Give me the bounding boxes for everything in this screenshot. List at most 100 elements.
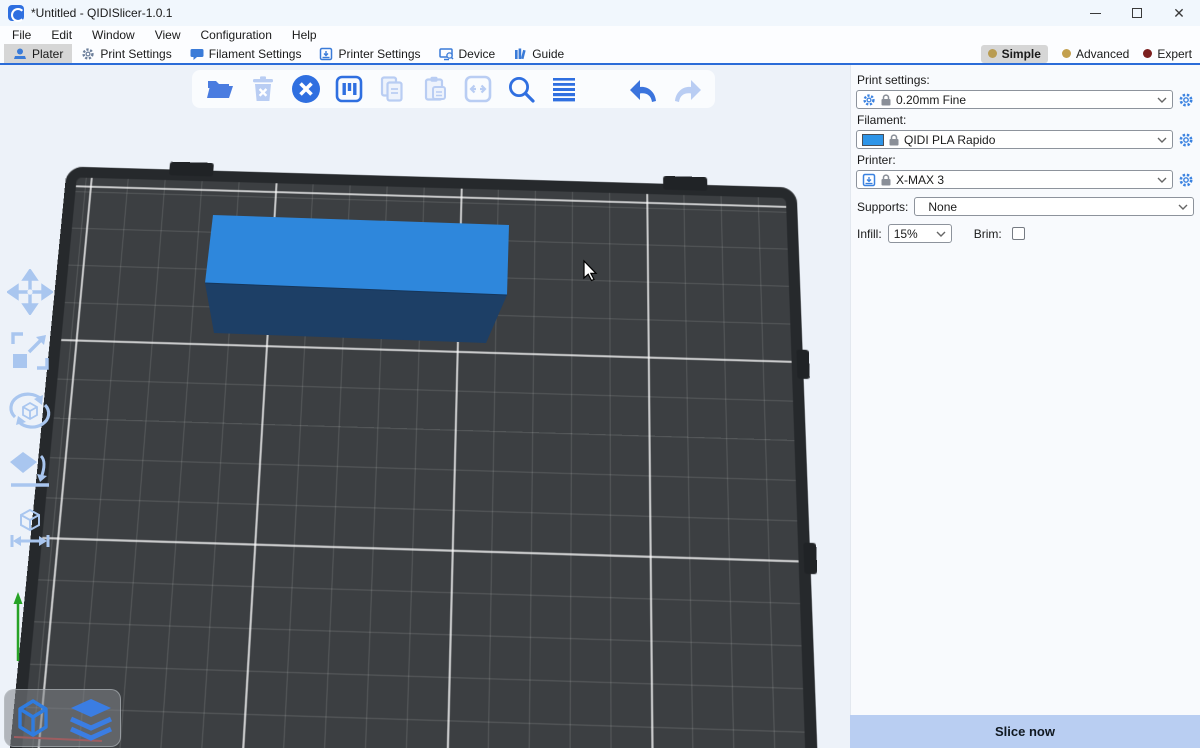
rotate-button[interactable] <box>6 386 54 434</box>
undo-arrow-icon <box>628 74 660 104</box>
move-button[interactable] <box>6 268 54 316</box>
edit-printer-button[interactable] <box>1178 172 1194 188</box>
chevron-down-icon <box>1157 97 1167 103</box>
split-button[interactable] <box>462 73 494 105</box>
gizmo-toolbar <box>6 268 54 552</box>
mode-simple[interactable]: Simple <box>981 45 1048 63</box>
minimize-icon <box>1090 13 1101 14</box>
filament-bubble-icon <box>190 47 204 61</box>
tab-print-settings[interactable]: Print Settings <box>72 44 180 63</box>
chevron-down-icon <box>1157 137 1167 143</box>
redo-button[interactable] <box>671 73 703 105</box>
filament-color-swatch <box>862 134 884 146</box>
rotate-icon <box>7 387 53 433</box>
paste-button[interactable] <box>419 73 451 105</box>
simple-dot-icon <box>988 49 997 58</box>
delete-button[interactable] <box>247 73 279 105</box>
tab-guide[interactable]: Guide <box>504 44 573 63</box>
filament-value: QIDI PLA Rapido <box>904 133 1152 147</box>
edit-filament-button[interactable] <box>1178 132 1194 148</box>
tab-filament-settings[interactable]: Filament Settings <box>181 44 311 63</box>
infill-combo[interactable]: 15% <box>888 224 952 243</box>
settings-sidebar: Print settings: 0.20mm Fine <box>850 65 1200 748</box>
minimize-button[interactable] <box>1074 0 1116 26</box>
close-icon: ✕ <box>1173 6 1185 20</box>
delete-trash-icon <box>248 74 278 104</box>
print-settings-value: 0.20mm Fine <box>896 93 1152 107</box>
printer-value: X-MAX 3 <box>896 173 1152 187</box>
layer-lines-icon <box>549 74 579 104</box>
search-button[interactable] <box>505 73 537 105</box>
editor-view-button[interactable] <box>10 695 56 741</box>
edit-print-settings-button[interactable] <box>1178 92 1194 108</box>
menu-edit[interactable]: Edit <box>41 28 82 42</box>
preview-view-button[interactable] <box>67 695 115 741</box>
close-button[interactable]: ✕ <box>1158 0 1200 26</box>
lock-icon <box>881 94 891 106</box>
mouse-cursor <box>584 261 596 281</box>
tab-plater[interactable]: Plater <box>4 44 72 63</box>
cube-3d-view-icon <box>10 695 56 741</box>
measure-button[interactable] <box>6 504 54 552</box>
arrange-icon <box>334 74 364 104</box>
place-on-face-button[interactable] <box>6 445 54 493</box>
copy-icon <box>377 74 407 104</box>
model-box[interactable] <box>205 215 509 343</box>
tab-bar: Plater Print Settings Filament Settings … <box>0 44 1200 65</box>
tab-device[interactable]: Device <box>430 44 505 63</box>
menu-view[interactable]: View <box>145 28 191 42</box>
supports-value: None <box>920 200 1173 214</box>
arrange-button[interactable] <box>333 73 365 105</box>
delete-all-icon <box>290 73 322 105</box>
printer-label: Printer: <box>857 153 1194 167</box>
axis-y-green <box>14 592 23 661</box>
measure-icon <box>7 505 53 551</box>
window-title: *Untitled - QIDISlicer-1.0.1 <box>31 6 172 20</box>
print-settings-combo[interactable]: 0.20mm Fine <box>856 90 1173 109</box>
lock-icon <box>881 174 891 186</box>
main-toolbar <box>192 70 715 108</box>
advanced-dot-icon <box>1062 49 1071 58</box>
plater-icon <box>13 47 27 61</box>
print-settings-label: Print settings: <box>857 73 1194 87</box>
gear-icon <box>1178 172 1194 188</box>
delete-all-button[interactable] <box>290 73 322 105</box>
menu-file[interactable]: File <box>2 28 41 42</box>
undo-button[interactable] <box>628 73 660 105</box>
brim-checkbox[interactable] <box>1012 227 1025 240</box>
variable-layer-height-button[interactable] <box>548 73 580 105</box>
device-monitor-icon <box>439 47 454 61</box>
gear-icon <box>1178 132 1194 148</box>
gear-icon <box>1178 92 1194 108</box>
move-icon <box>7 269 53 315</box>
slice-now-button[interactable]: Slice now <box>850 715 1200 748</box>
menu-help[interactable]: Help <box>282 28 327 42</box>
menu-window[interactable]: Window <box>82 28 145 42</box>
search-icon <box>506 74 536 104</box>
chevron-down-icon <box>1157 177 1167 183</box>
view-toggle-panel <box>4 689 121 747</box>
supports-label: Supports: <box>857 200 908 214</box>
supports-combo[interactable]: None <box>914 197 1194 216</box>
open-button[interactable] <box>204 73 236 105</box>
filament-label: Filament: <box>857 113 1194 127</box>
mode-expert[interactable]: Expert <box>1143 47 1192 61</box>
split-icon <box>463 74 493 104</box>
printer-combo[interactable]: X-MAX 3 <box>856 170 1173 189</box>
app-logo-icon <box>8 5 24 21</box>
expert-dot-icon <box>1143 49 1152 58</box>
place-on-face-icon <box>7 446 53 492</box>
tab-printer-settings[interactable]: Printer Settings <box>310 44 429 63</box>
mode-advanced[interactable]: Advanced <box>1062 47 1129 61</box>
printer-small-icon <box>862 173 876 187</box>
printer-icon <box>319 47 333 61</box>
menu-configuration[interactable]: Configuration <box>191 28 282 42</box>
filament-combo[interactable]: QIDI PLA Rapido <box>856 130 1173 149</box>
print-settings-gear-icon <box>81 47 95 61</box>
maximize-button[interactable] <box>1116 0 1158 26</box>
viewport-canvas[interactable] <box>0 65 850 748</box>
copy-button[interactable] <box>376 73 408 105</box>
guide-books-icon <box>513 47 527 61</box>
scale-button[interactable] <box>6 327 54 375</box>
menu-bar: File Edit Window View Configuration Help <box>0 26 1200 44</box>
